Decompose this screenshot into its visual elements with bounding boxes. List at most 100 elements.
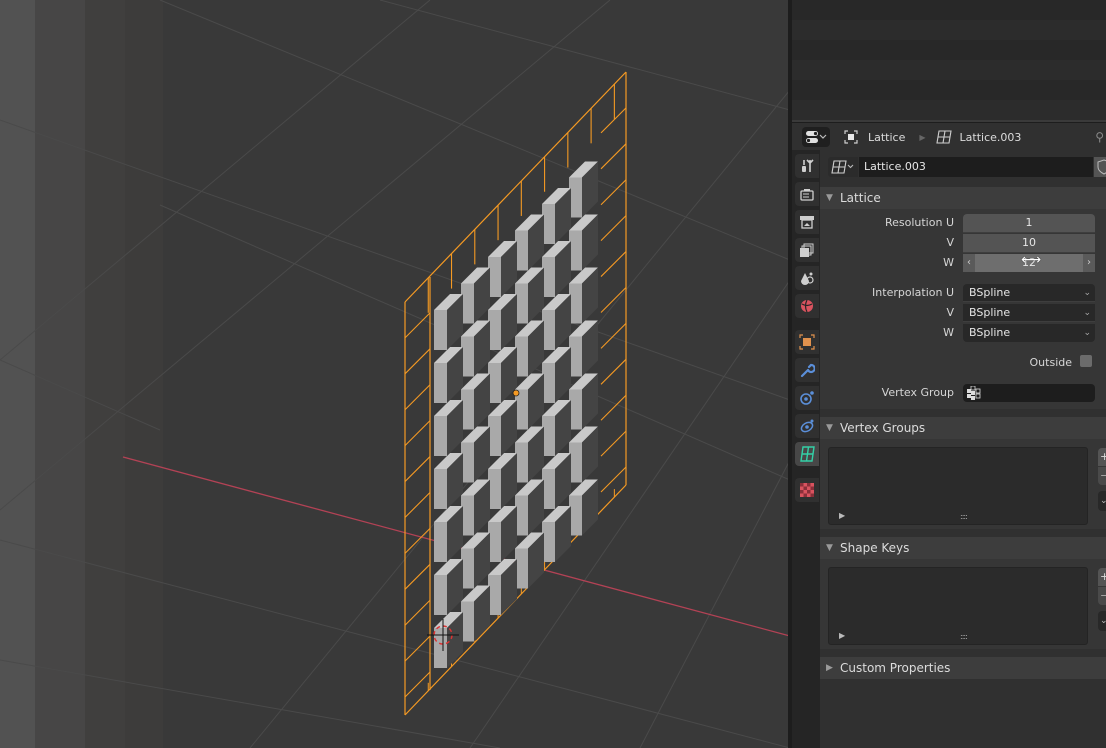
interpolation-v-dropdown[interactable]: BSpline ⌄ <box>963 304 1095 322</box>
add-vertex-group-button[interactable]: + <box>1098 448 1106 466</box>
tab-scene[interactable] <box>795 266 819 290</box>
tab-view-layer[interactable] <box>795 238 819 262</box>
remove-shape-key-button[interactable]: − <box>1098 587 1106 605</box>
shape-keys-panel-header[interactable]: ▼ Shape Keys <box>820 537 1106 559</box>
object-icon <box>844 130 858 144</box>
outliner[interactable] <box>792 0 1106 120</box>
tab-modifiers[interactable] <box>795 358 819 382</box>
vertex-group-specials-button[interactable]: ⌄ <box>1098 491 1106 511</box>
shape-keys-panel-body: ▶ :::: + − ⌄ <box>820 559 1106 649</box>
properties-tabs <box>792 150 820 748</box>
shape-keys-list[interactable]: ▶ :::: <box>828 567 1088 645</box>
3d-viewport[interactable] <box>0 0 790 748</box>
outside-label: Outside <box>1029 356 1072 369</box>
horizontal-resize-cursor-icon: ⟷ <box>1021 252 1042 268</box>
lattice-edge <box>404 312 431 339</box>
add-shape-key-button[interactable]: + <box>1098 568 1106 586</box>
remove-vertex-group-button[interactable]: − <box>1098 467 1106 485</box>
grid-line <box>0 359 161 431</box>
custom-properties-panel-header[interactable]: ▶ Custom Properties <box>820 657 1106 679</box>
outliner-row[interactable] <box>792 40 1106 60</box>
resolution-w-field[interactable]: ‹ 12 › ⟷ <box>963 252 1095 272</box>
decrement-arrow-icon[interactable]: ‹ <box>963 254 975 272</box>
resolution-u-label: Resolution U <box>884 216 954 229</box>
lattice-edge <box>404 635 431 662</box>
chevron-down-icon: ⌄ <box>1083 288 1091 298</box>
lattice-edge <box>404 384 431 411</box>
tab-world[interactable] <box>795 294 819 318</box>
resolution-v-field[interactable]: 10 <box>963 234 1095 253</box>
collapse-triangle-icon: ▼ <box>826 423 833 433</box>
chevron-down-icon: ⌄ <box>1100 616 1106 626</box>
lattice-data-icon <box>800 446 815 462</box>
tab-output[interactable] <box>795 210 819 234</box>
lattice-edge <box>600 287 627 313</box>
breadcrumb-data[interactable]: Lattice.003 <box>935 130 1021 144</box>
lattice-edge <box>600 251 627 277</box>
lattice-edge <box>600 215 627 242</box>
resolution-u-field[interactable]: 1 <box>963 214 1095 233</box>
lattice-data-icon <box>831 160 854 174</box>
grid-line <box>0 119 790 401</box>
properties-header: Lattice ▶ Lattice.003 ⚲ <box>792 122 1106 151</box>
interpolation-u-label: Interpolation U <box>872 286 954 299</box>
chevron-down-icon: ⌄ <box>1083 328 1091 338</box>
outliner-row[interactable] <box>792 100 1106 120</box>
object-icon <box>799 334 815 350</box>
world-icon <box>801 299 813 313</box>
tab-texture[interactable] <box>795 478 819 502</box>
particles-icon <box>800 391 814 405</box>
resolution-v-label: V <box>946 236 954 249</box>
outliner-row[interactable] <box>792 0 1106 20</box>
chevron-down-icon: ⌄ <box>1100 496 1106 506</box>
datablock-browse-button[interactable] <box>828 157 858 177</box>
grid-line <box>379 0 790 111</box>
physics-icon <box>800 419 814 433</box>
editor-type-button[interactable] <box>802 127 830 147</box>
tab-particles[interactable] <box>795 386 819 410</box>
render-icon <box>800 189 814 201</box>
grid-line <box>0 0 431 361</box>
breadcrumb-object-label: Lattice <box>868 130 906 144</box>
interpolation-w-dropdown[interactable]: BSpline ⌄ <box>963 324 1095 342</box>
grid-line <box>0 659 501 748</box>
tab-object[interactable] <box>795 330 819 354</box>
breadcrumb-object[interactable]: Lattice <box>844 130 905 144</box>
tab-tool[interactable] <box>795 154 819 178</box>
expand-filter-icon[interactable]: ▶ <box>839 511 845 520</box>
vertex-groups-list[interactable]: ▶ :::: <box>828 447 1088 525</box>
lattice-edge <box>404 599 431 626</box>
interpolation-w-label: W <box>943 326 954 339</box>
expand-filter-icon[interactable]: ▶ <box>839 631 845 640</box>
lattice-data-icon <box>935 130 952 144</box>
tab-physics[interactable] <box>795 414 819 438</box>
fake-user-button[interactable] <box>1094 157 1106 177</box>
interpolation-u-dropdown[interactable]: BSpline ⌄ <box>963 284 1095 302</box>
tab-lattice-data[interactable] <box>795 442 819 466</box>
lattice-panel-title: Lattice <box>840 191 881 205</box>
cube-face <box>434 522 447 562</box>
shape-key-specials-button[interactable]: ⌄ <box>1098 611 1106 631</box>
list-resize-grip[interactable]: :::: <box>960 512 968 521</box>
list-resize-grip[interactable]: :::: <box>960 632 968 641</box>
lattice-edge <box>404 492 431 518</box>
cube-face <box>434 575 447 615</box>
datablock-name-field[interactable]: Lattice.003 <box>859 157 1093 177</box>
pin-icon[interactable]: ⚲ <box>1095 130 1104 144</box>
tab-render[interactable] <box>795 182 819 206</box>
lattice-panel-header[interactable]: ▼ Lattice <box>820 187 1106 209</box>
outside-checkbox[interactable] <box>1080 355 1092 367</box>
lattice-edge <box>600 107 627 134</box>
lattice-edge <box>600 323 627 349</box>
outliner-row[interactable] <box>792 20 1106 40</box>
vertex-groups-panel-header[interactable]: ▼ Vertex Groups <box>820 417 1106 439</box>
increment-arrow-icon[interactable]: › <box>1083 254 1095 272</box>
lattice-edge <box>404 563 431 590</box>
grid-line <box>159 0 790 261</box>
properties-editor: Lattice ▶ Lattice.003 ⚲ Lattice.003 ▼ La… <box>792 122 1106 748</box>
outliner-row[interactable] <box>792 60 1106 80</box>
lattice-edge <box>600 358 627 385</box>
outliner-row[interactable] <box>792 80 1106 100</box>
vertex-groups-panel-body: ▶ :::: + − ⌄ <box>820 439 1106 529</box>
vertex-group-field[interactable] <box>963 384 1095 402</box>
